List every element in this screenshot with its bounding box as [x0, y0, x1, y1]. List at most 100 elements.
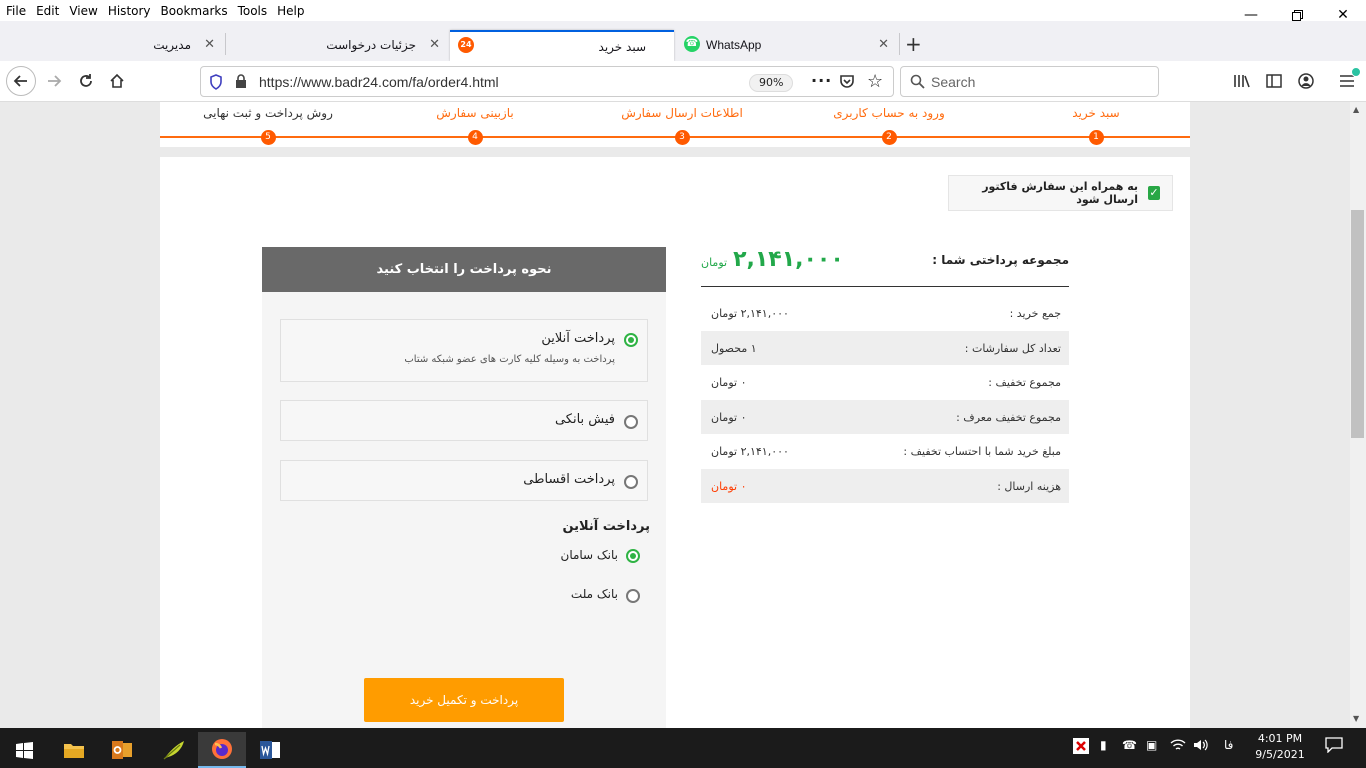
step-label: بازبینی سفارش [436, 106, 514, 120]
bank-mellat-label[interactable]: بانک ملت [571, 587, 618, 601]
tab-management[interactable]: مدیریت ✕ [0, 30, 225, 61]
scroll-down-icon[interactable]: ▼ [1353, 714, 1359, 723]
page-actions-icon[interactable]: ··· [811, 71, 832, 90]
back-icon[interactable] [6, 66, 36, 96]
step-number: 2 [881, 130, 897, 145]
search-input[interactable]: Search [900, 66, 1159, 97]
menu-tools[interactable]: Tools [233, 4, 273, 18]
word-icon[interactable] [246, 732, 294, 768]
usb-tray-icon[interactable]: ▮ [1100, 738, 1107, 752]
file-explorer-icon[interactable] [50, 732, 98, 768]
step-label: سبد خرید [1072, 106, 1120, 120]
search-placeholder: Search [931, 74, 976, 90]
clock-time: 4:01 PM [1257, 732, 1303, 745]
step-review[interactable]: بازبینی سفارش 4 [385, 106, 565, 145]
step-cart[interactable]: سبد خرید 1 [1006, 106, 1186, 145]
app-menu-icon[interactable] [1333, 67, 1361, 95]
outlook-icon[interactable] [98, 732, 146, 768]
step-number: 3 [674, 130, 690, 145]
menu-help[interactable]: Help [272, 4, 309, 18]
account-icon[interactable] [1292, 67, 1320, 95]
radio-online-payment[interactable] [624, 333, 638, 347]
url-text[interactable]: https://www.badr24.com/fa/order4.html [259, 74, 499, 90]
row-value: ۰ تومان [711, 479, 747, 493]
zoom-level[interactable]: 90% [749, 74, 794, 92]
summary-header: مجموعه پرداختی شما : ۲,۱۴۱,۰۰۰ تومان [701, 245, 1069, 287]
invoice-checkbox[interactable]: ✓ به همراه این سفارش فاکتور ارسال شود [948, 175, 1173, 211]
address-bar[interactable]: https://www.badr24.com/fa/order4.html 90… [200, 66, 894, 97]
step-number: 1 [1088, 130, 1104, 145]
close-tab-icon[interactable]: ✕ [429, 37, 440, 52]
pay-and-complete-button[interactable]: پرداخت و تکمیل خرید [364, 678, 564, 722]
summary-row: جمع خرید : ۲,۱۴۱,۰۰۰ تومان [701, 296, 1069, 331]
wifi-tray-icon[interactable] [1170, 738, 1186, 755]
summary-row: تعداد کل سفارشات : ۱ محصول [701, 330, 1069, 365]
row-value: ۲,۱۴۱,۰۰۰ تومان [711, 445, 789, 458]
payment-header: نحوه پرداخت را انتخاب کنید [262, 247, 666, 292]
sidebar-icon[interactable] [1260, 67, 1288, 95]
step-shipping-info[interactable]: اطلاعات ارسال سفارش 3 [592, 106, 772, 145]
notification-icon[interactable] [1325, 737, 1343, 756]
row-label: تعداد کل سفارشات : [964, 341, 1061, 355]
scrollbar-thumb[interactable] [1351, 210, 1364, 438]
menu-bookmarks[interactable]: Bookmarks [156, 4, 233, 18]
search-icon [910, 74, 925, 92]
new-tab-icon[interactable]: + [905, 32, 922, 56]
tab-cart[interactable]: 24 سبد خرید [450, 30, 674, 61]
windows-taskbar: ▮ ☎ ▣ فا 4:01 PM 9/5/2021 [0, 728, 1366, 768]
step-label: ورود به حساب کاربری [833, 106, 945, 120]
menu-history[interactable]: History [103, 4, 156, 18]
menu-edit[interactable]: Edit [31, 4, 64, 18]
tab-label: جزئیات درخواست [326, 38, 416, 52]
checkout-steps: سبد خرید 1 ورود به حساب کاربری 2 اطلاعات… [160, 102, 1190, 147]
library-icon[interactable] [1228, 67, 1256, 95]
menu-file[interactable]: File [0, 4, 31, 18]
row-label: مجموع تخفیف : [988, 376, 1061, 389]
step-payment[interactable]: روش پرداخت و ثبت نهایی 5 [178, 106, 358, 145]
menu-bar: File Edit View History Bookmarks Tools H… [0, 0, 1366, 21]
option-online-payment[interactable]: پرداخت آنلاین پرداخت به وسیله کلیه کارت … [280, 319, 648, 382]
pocket-icon[interactable] [839, 73, 855, 92]
input-language[interactable]: فا [1224, 738, 1233, 752]
payment-summary: مجموعه پرداختی شما : ۲,۱۴۱,۰۰۰ تومان جمع … [701, 245, 1069, 503]
menu-view[interactable]: View [64, 4, 102, 18]
radio-bank-mellat[interactable] [626, 589, 640, 603]
system-clock[interactable]: 4:01 PM 9/5/2021 [1250, 731, 1310, 763]
row-label: مبلغ خرید شما با احتساب تخفیف : [903, 445, 1061, 458]
forward-icon[interactable] [40, 67, 68, 95]
checkmark-icon[interactable]: ✓ [1148, 186, 1160, 200]
feather-app-icon[interactable] [150, 732, 198, 768]
invoice-label: به همراه این سفارش فاکتور ارسال شود [982, 180, 1139, 206]
gateway-title: پرداخت آنلاین [562, 519, 650, 534]
radio-bank-receipt[interactable] [624, 415, 638, 429]
antivirus-tray-icon[interactable] [1073, 738, 1089, 757]
option-installments[interactable]: پرداخت اقساطی [280, 460, 648, 501]
bank-saman-label[interactable]: بانک سامان [561, 548, 619, 562]
update-badge-icon [1351, 67, 1361, 77]
windows-start-icon[interactable] [0, 732, 48, 768]
radio-bank-saman[interactable] [626, 549, 640, 563]
row-label: هزینه ارسال : [997, 479, 1061, 493]
scroll-up-icon[interactable]: ▲ [1353, 105, 1359, 114]
close-tab-icon[interactable]: ✕ [204, 37, 215, 52]
reload-icon[interactable] [72, 67, 100, 95]
volume-tray-icon[interactable] [1193, 738, 1209, 755]
home-icon[interactable] [103, 67, 131, 95]
step-number: 4 [467, 130, 483, 145]
tab-whatsapp[interactable]: ☎ WhatsApp ✕ [674, 30, 899, 61]
tracking-shield-icon[interactable] [209, 74, 223, 93]
network-tray-icon[interactable]: ☎ [1122, 738, 1137, 752]
row-value: ۲,۱۴۱,۰۰۰ تومان [711, 307, 789, 320]
radio-installments[interactable] [624, 475, 638, 489]
battery-tray-icon[interactable]: ▣ [1146, 738, 1157, 752]
step-login[interactable]: ورود به حساب کاربری 2 [799, 106, 979, 145]
tab-label: مدیریت [153, 38, 191, 52]
summary-total: ۲,۱۴۱,۰۰۰ تومان [701, 247, 844, 272]
close-tab-icon[interactable]: ✕ [878, 37, 889, 52]
lock-icon[interactable] [235, 74, 247, 92]
tab-separator [899, 33, 900, 55]
bookmark-star-icon[interactable]: ☆ [867, 71, 883, 92]
firefox-taskbar-icon[interactable] [198, 732, 246, 768]
tab-request-details[interactable]: جزئیات درخواست ✕ [226, 30, 450, 61]
option-bank-receipt[interactable]: فیش بانکی [280, 400, 648, 441]
